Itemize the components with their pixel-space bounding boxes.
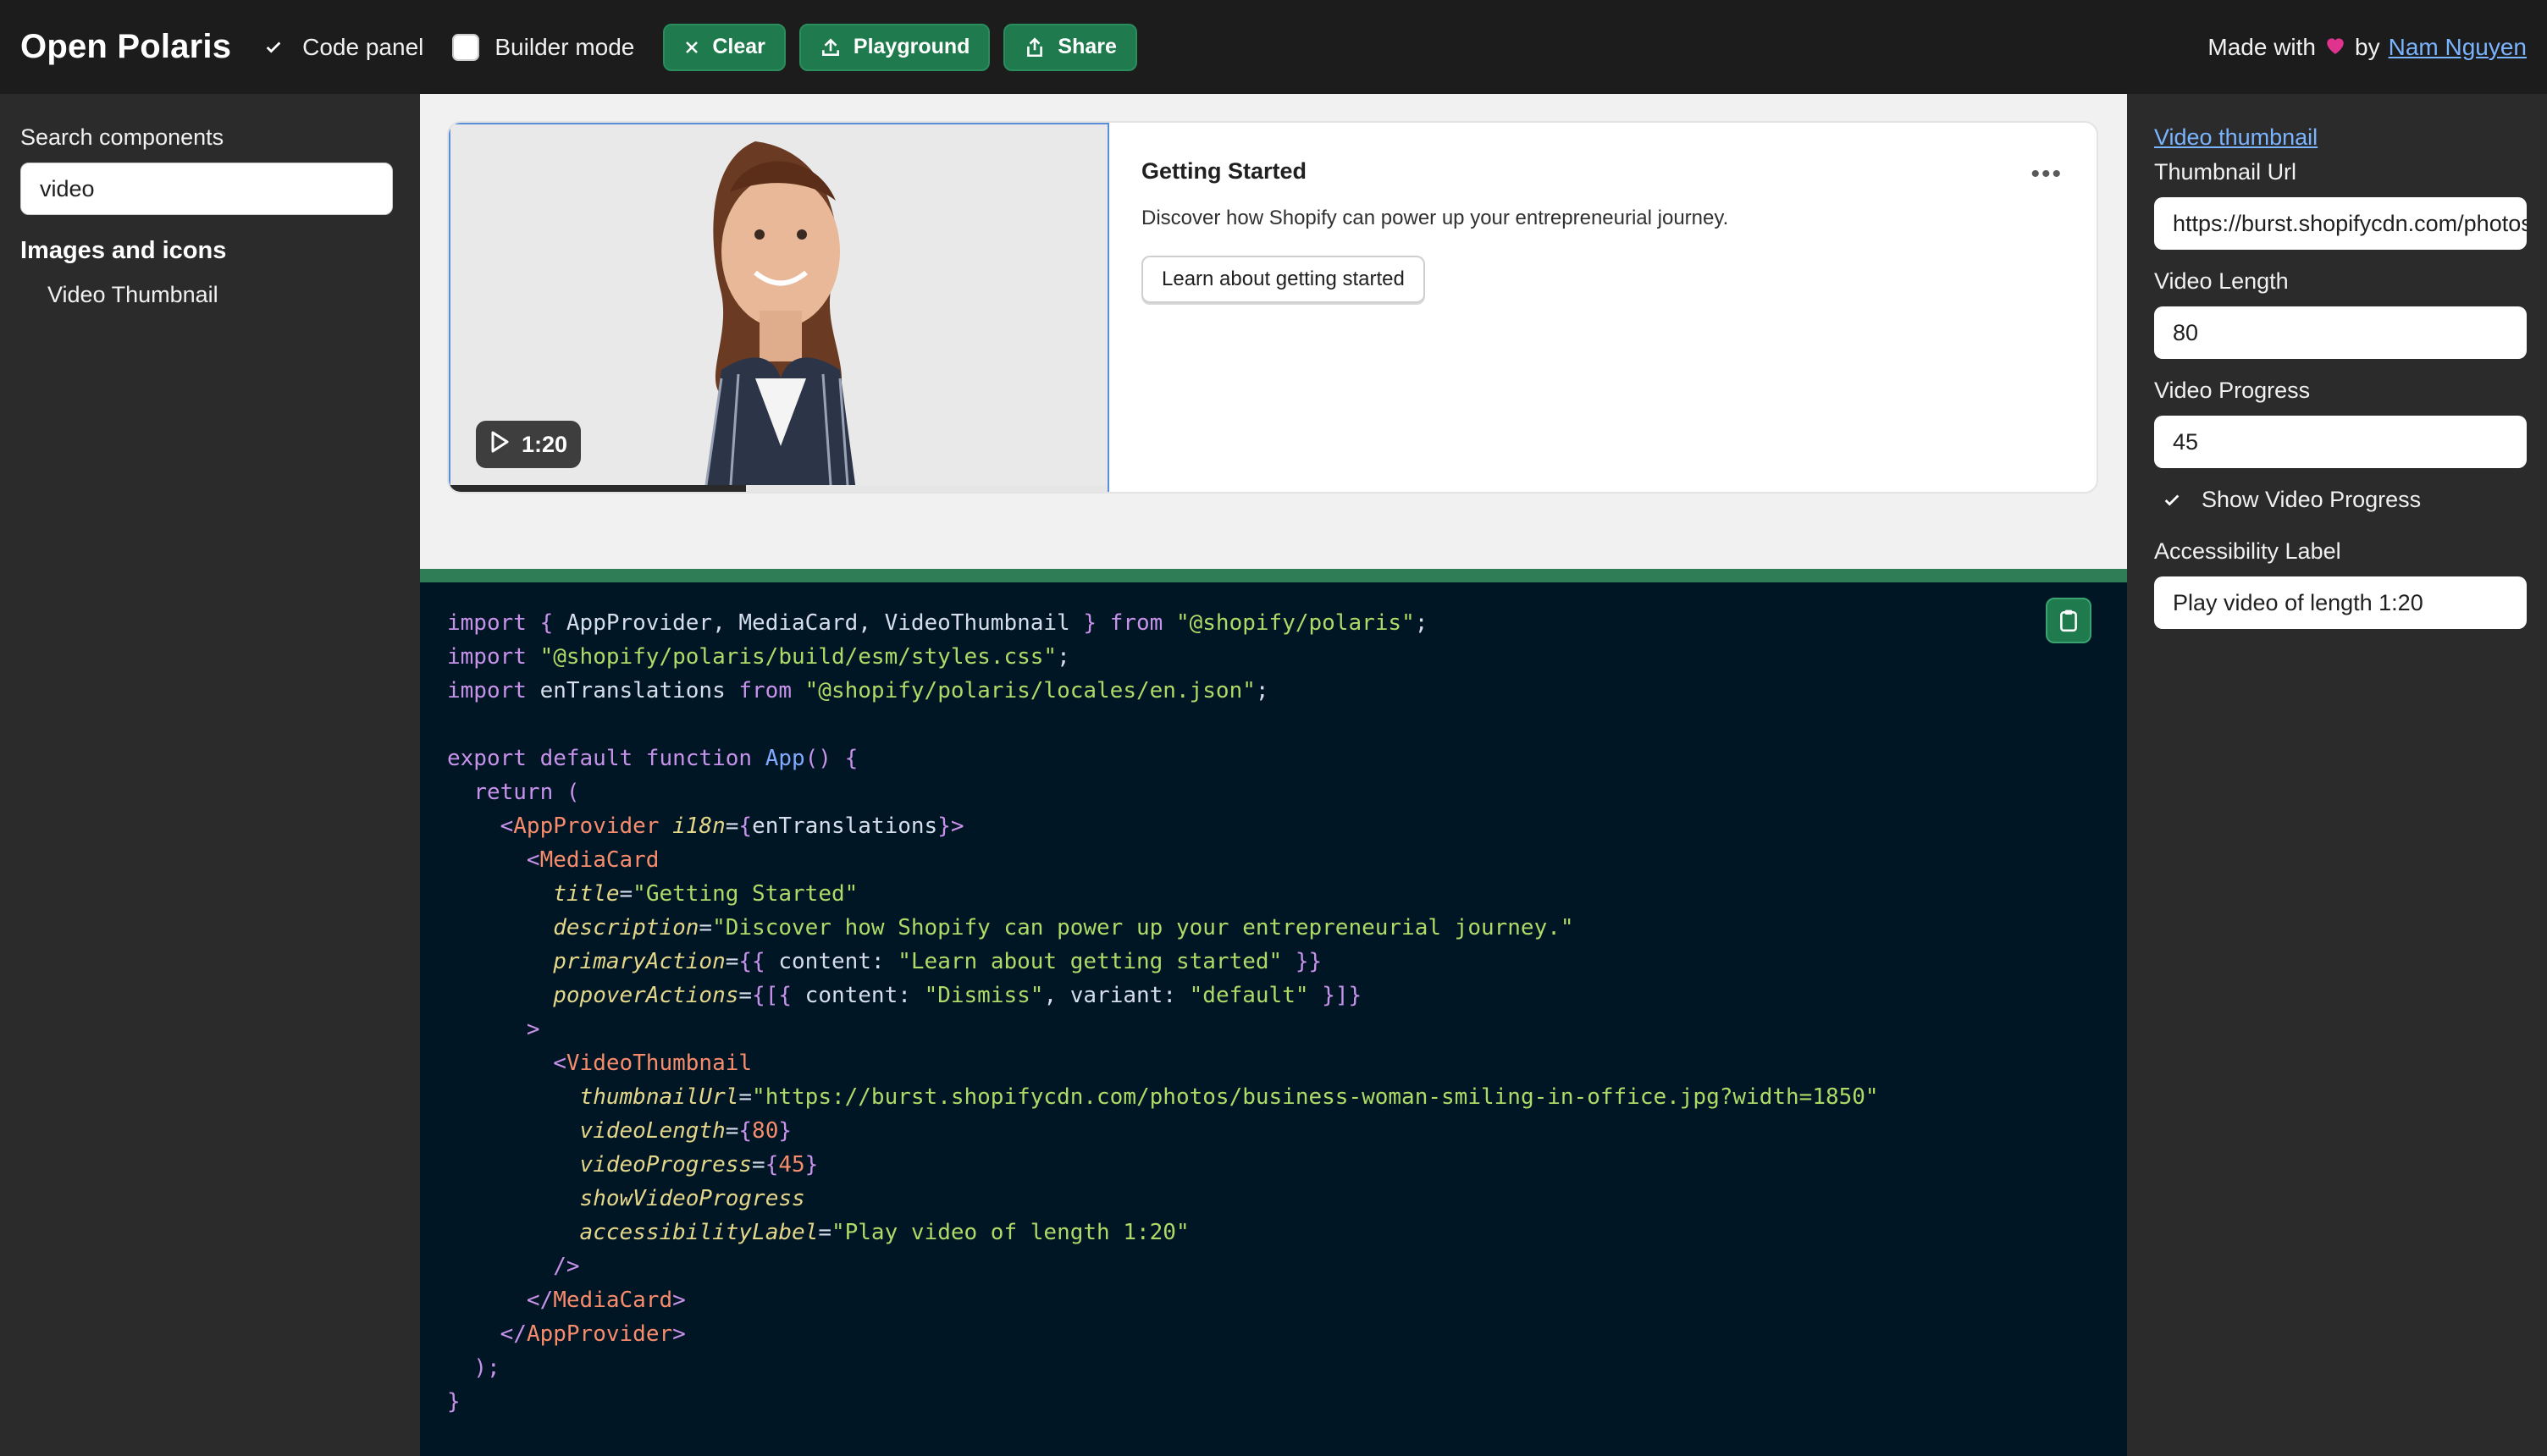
accessibility-label-label: Accessibility Label	[2154, 538, 2341, 564]
share-icon	[1024, 36, 1046, 58]
made-with-credit: Made with by Nam Nguyen	[2207, 34, 2527, 61]
author-link[interactable]: Nam Nguyen	[2389, 34, 2527, 61]
search-label: Search components	[20, 124, 224, 150]
clear-button[interactable]: Clear	[663, 23, 786, 71]
video-length-label: Video Length	[2154, 268, 2289, 294]
code-panel-label: Code panel	[302, 33, 424, 60]
checkbox-unchecked-icon[interactable]	[452, 33, 480, 61]
builder-mode-label: Builder mode	[494, 33, 635, 60]
thumbnail-url-label: Thumbnail Url	[2154, 159, 2297, 185]
media-card: 1:20 Getting Started Discover how Shopif…	[447, 121, 2098, 494]
props-sidebar: Video thumbnail Thumbnail Url https://bu…	[2127, 94, 2547, 1456]
heart-icon	[2324, 34, 2346, 61]
media-card-body: Getting Started Discover how Shopify can…	[1141, 158, 2063, 303]
video-progress-fill	[450, 485, 747, 492]
playground-label: Playground	[853, 35, 970, 58]
copy-code-button[interactable]	[2046, 598, 2091, 643]
code-panel-divider[interactable]	[420, 569, 2127, 582]
builder-mode-toggle[interactable]: Builder mode	[452, 33, 635, 61]
checkmark-icon[interactable]	[2159, 488, 2185, 513]
video-progress-label: Video Progress	[2154, 378, 2311, 403]
video-length-text: 1:20	[522, 431, 568, 457]
video-length-input[interactable]: 80	[2154, 306, 2527, 359]
more-actions-icon[interactable]: •••	[2030, 160, 2063, 189]
share-button[interactable]: Share	[1003, 23, 1137, 71]
close-icon	[683, 39, 700, 56]
code-panel-toggle[interactable]: Code panel	[260, 33, 424, 61]
code-panel: import { AppProvider, MediaCard, VideoTh…	[420, 582, 2127, 1456]
search-input[interactable]: video	[20, 163, 393, 215]
preview-canvas: 1:20 Getting Started Discover how Shopif…	[420, 94, 2127, 569]
playground-button[interactable]: Playground	[798, 23, 991, 71]
component-docs-link[interactable]: Video thumbnail	[2154, 124, 2520, 151]
thumbnail-url-input[interactable]: https://burst.shopifycdn.com/photos/busi…	[2154, 197, 2527, 250]
card-title: Getting Started	[1141, 158, 1307, 184]
component-sidebar: Search components video Images and icons…	[0, 94, 420, 1456]
play-button[interactable]: 1:20	[476, 421, 582, 468]
share-label: Share	[1058, 35, 1117, 58]
clear-label: Clear	[712, 35, 765, 58]
clipboard-icon	[2060, 609, 2077, 632]
video-progress-bar	[450, 485, 1108, 492]
video-thumbnail[interactable]: 1:20	[449, 123, 1109, 492]
card-description: Discover how Shopify can power up your e…	[1141, 207, 1729, 229]
checkbox-checked-icon[interactable]	[260, 33, 288, 61]
show-video-progress-toggle[interactable]: Show Video Progress	[2154, 487, 2520, 513]
video-progress-input[interactable]: 45	[2154, 416, 2527, 468]
brand-title: Open Polaris	[20, 28, 232, 65]
play-icon	[489, 430, 510, 460]
made-with-by: by	[2355, 33, 2380, 60]
learn-more-button[interactable]: Learn about getting started	[1141, 256, 1425, 303]
group-title: Images and icons	[20, 237, 227, 264]
show-video-progress-label: Show Video Progress	[2202, 487, 2422, 512]
upload-icon	[820, 36, 842, 58]
top-bar: Open Polaris Code panel Builder mode Cle…	[0, 0, 2547, 94]
sidebar-item-video-thumbnail[interactable]: Video Thumbnail	[20, 282, 400, 308]
accessibility-label-input[interactable]: Play video of length 1:20	[2154, 576, 2527, 629]
made-with-prefix: Made with	[2207, 33, 2317, 60]
